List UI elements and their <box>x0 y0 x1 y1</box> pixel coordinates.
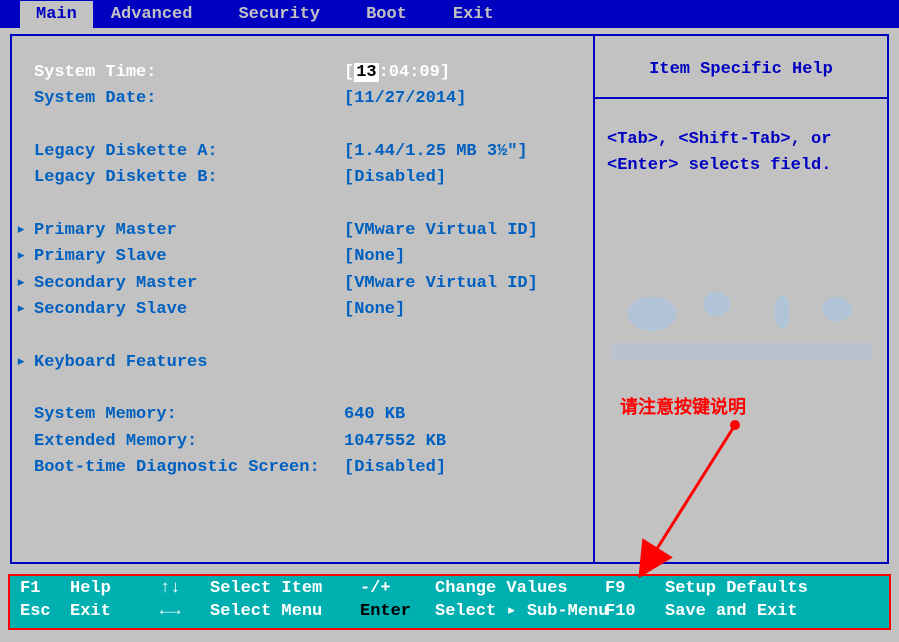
submenu-icon: ▸ <box>16 218 34 244</box>
submenu-icon: ▸ <box>16 297 34 323</box>
help-line2: <Enter> selects field. <box>607 153 875 179</box>
key-enter: Enter <box>360 601 435 624</box>
menubar-tab-main[interactable]: Main <box>20 1 93 28</box>
row-system-date[interactable]: System Date: [11/27/2014] <box>34 86 575 112</box>
system-time-hours-field[interactable]: 13 <box>354 63 378 82</box>
label-system-time: System Time: <box>34 60 344 86</box>
key-updown: ↑↓ <box>160 578 210 601</box>
value-secondary-slave: [None] <box>344 297 405 323</box>
key-leftright: ←→ <box>160 601 210 624</box>
watermark-image <box>612 274 872 389</box>
bios-menubar: Main Advanced Security Boot Exit <box>0 0 899 28</box>
bios-panels: System Time: [13:04:09] System Date: [11… <box>0 28 899 570</box>
value-system-memory: 640 KB <box>344 402 405 428</box>
label-keyboard-features: ▸Keyboard Features <box>34 350 344 376</box>
value-system-date: [11/27/2014] <box>344 86 466 112</box>
value-secondary-master: [VMware Virtual ID] <box>344 271 538 297</box>
row-diskette-a[interactable]: Legacy Diskette A: [1.44/1.25 MB 3½"] <box>34 139 575 165</box>
row-boot-diag[interactable]: Boot-time Diagnostic Screen: [Disabled] <box>34 455 575 481</box>
key-f9: F9 <box>605 578 665 601</box>
value-diskette-a: [1.44/1.25 MB 3½"] <box>344 139 528 165</box>
key-plusminus-label: Change Values <box>435 578 605 601</box>
row-keyboard-features[interactable]: ▸Keyboard Features <box>34 350 575 376</box>
label-extended-memory: Extended Memory: <box>34 429 344 455</box>
label-diskette-b: Legacy Diskette B: <box>34 165 344 191</box>
label-system-memory: System Memory: <box>34 402 344 428</box>
key-enter-label: Select ▸ Sub-Menu <box>435 601 605 624</box>
value-extended-memory: 1047552 KB <box>344 429 446 455</box>
key-f10: F10 <box>605 601 665 624</box>
value-diskette-b: [Disabled] <box>344 165 446 191</box>
key-f1: F1 <box>20 578 70 601</box>
system-time-rest: :04:09 <box>379 63 440 82</box>
label-primary-master: ▸Primary Master <box>34 218 344 244</box>
annotation-text: 请注意按键说明 <box>620 393 746 419</box>
row-secondary-master[interactable]: ▸Secondary Master [VMware Virtual ID] <box>34 271 575 297</box>
help-title: Item Specific Help <box>595 36 887 99</box>
label-secondary-master: ▸Secondary Master <box>34 271 344 297</box>
row-extended-memory: Extended Memory: 1047552 KB <box>34 429 575 455</box>
row-system-memory: System Memory: 640 KB <box>34 402 575 428</box>
key-esc-label: Exit <box>70 601 160 624</box>
key-plusminus: -/+ <box>360 578 435 601</box>
menubar-tab-advanced[interactable]: Advanced <box>93 1 221 28</box>
label-boot-diag: Boot-time Diagnostic Screen: <box>34 455 344 481</box>
key-leftright-label: Select Menu <box>210 601 360 624</box>
label-secondary-slave: ▸Secondary Slave <box>34 297 344 323</box>
footer-row-1: F1 Help ↑↓ Select Item -/+ Change Values… <box>20 578 879 601</box>
help-panel: Item Specific Help <Tab>, <Shift-Tab>, o… <box>595 34 889 564</box>
menubar-tab-boot[interactable]: Boot <box>348 1 435 28</box>
submenu-icon: ▸ <box>16 244 34 270</box>
footer-keybar: F1 Help ↑↓ Select Item -/+ Change Values… <box>8 574 891 630</box>
row-diskette-b[interactable]: Legacy Diskette B: [Disabled] <box>34 165 575 191</box>
label-system-date: System Date: <box>34 86 344 112</box>
menubar-tab-security[interactable]: Security <box>220 1 348 28</box>
row-primary-master[interactable]: ▸Primary Master [VMware Virtual ID] <box>34 218 575 244</box>
submenu-icon: ▸ <box>16 350 34 376</box>
help-line1: <Tab>, <Shift-Tab>, or <box>607 127 875 153</box>
value-system-time: [13:04:09] <box>344 60 450 86</box>
value-boot-diag: [Disabled] <box>344 455 446 481</box>
row-secondary-slave[interactable]: ▸Secondary Slave [None] <box>34 297 575 323</box>
row-primary-slave[interactable]: ▸Primary Slave [None] <box>34 244 575 270</box>
value-primary-slave: [None] <box>344 244 405 270</box>
key-f10-label: Save and Exit <box>665 601 798 624</box>
main-panel: System Time: [13:04:09] System Date: [11… <box>10 34 595 564</box>
value-primary-master: [VMware Virtual ID] <box>344 218 538 244</box>
label-diskette-a: Legacy Diskette A: <box>34 139 344 165</box>
menubar-tab-exit[interactable]: Exit <box>435 1 522 28</box>
key-f1-label: Help <box>70 578 160 601</box>
row-system-time[interactable]: System Time: [13:04:09] <box>34 60 575 86</box>
submenu-icon: ▸ <box>16 271 34 297</box>
label-primary-slave: ▸Primary Slave <box>34 244 344 270</box>
key-f9-label: Setup Defaults <box>665 578 808 601</box>
key-updown-label: Select Item <box>210 578 360 601</box>
key-esc: Esc <box>20 601 70 624</box>
footer-row-2: Esc Exit ←→ Select Menu Enter Select ▸ S… <box>20 601 879 624</box>
